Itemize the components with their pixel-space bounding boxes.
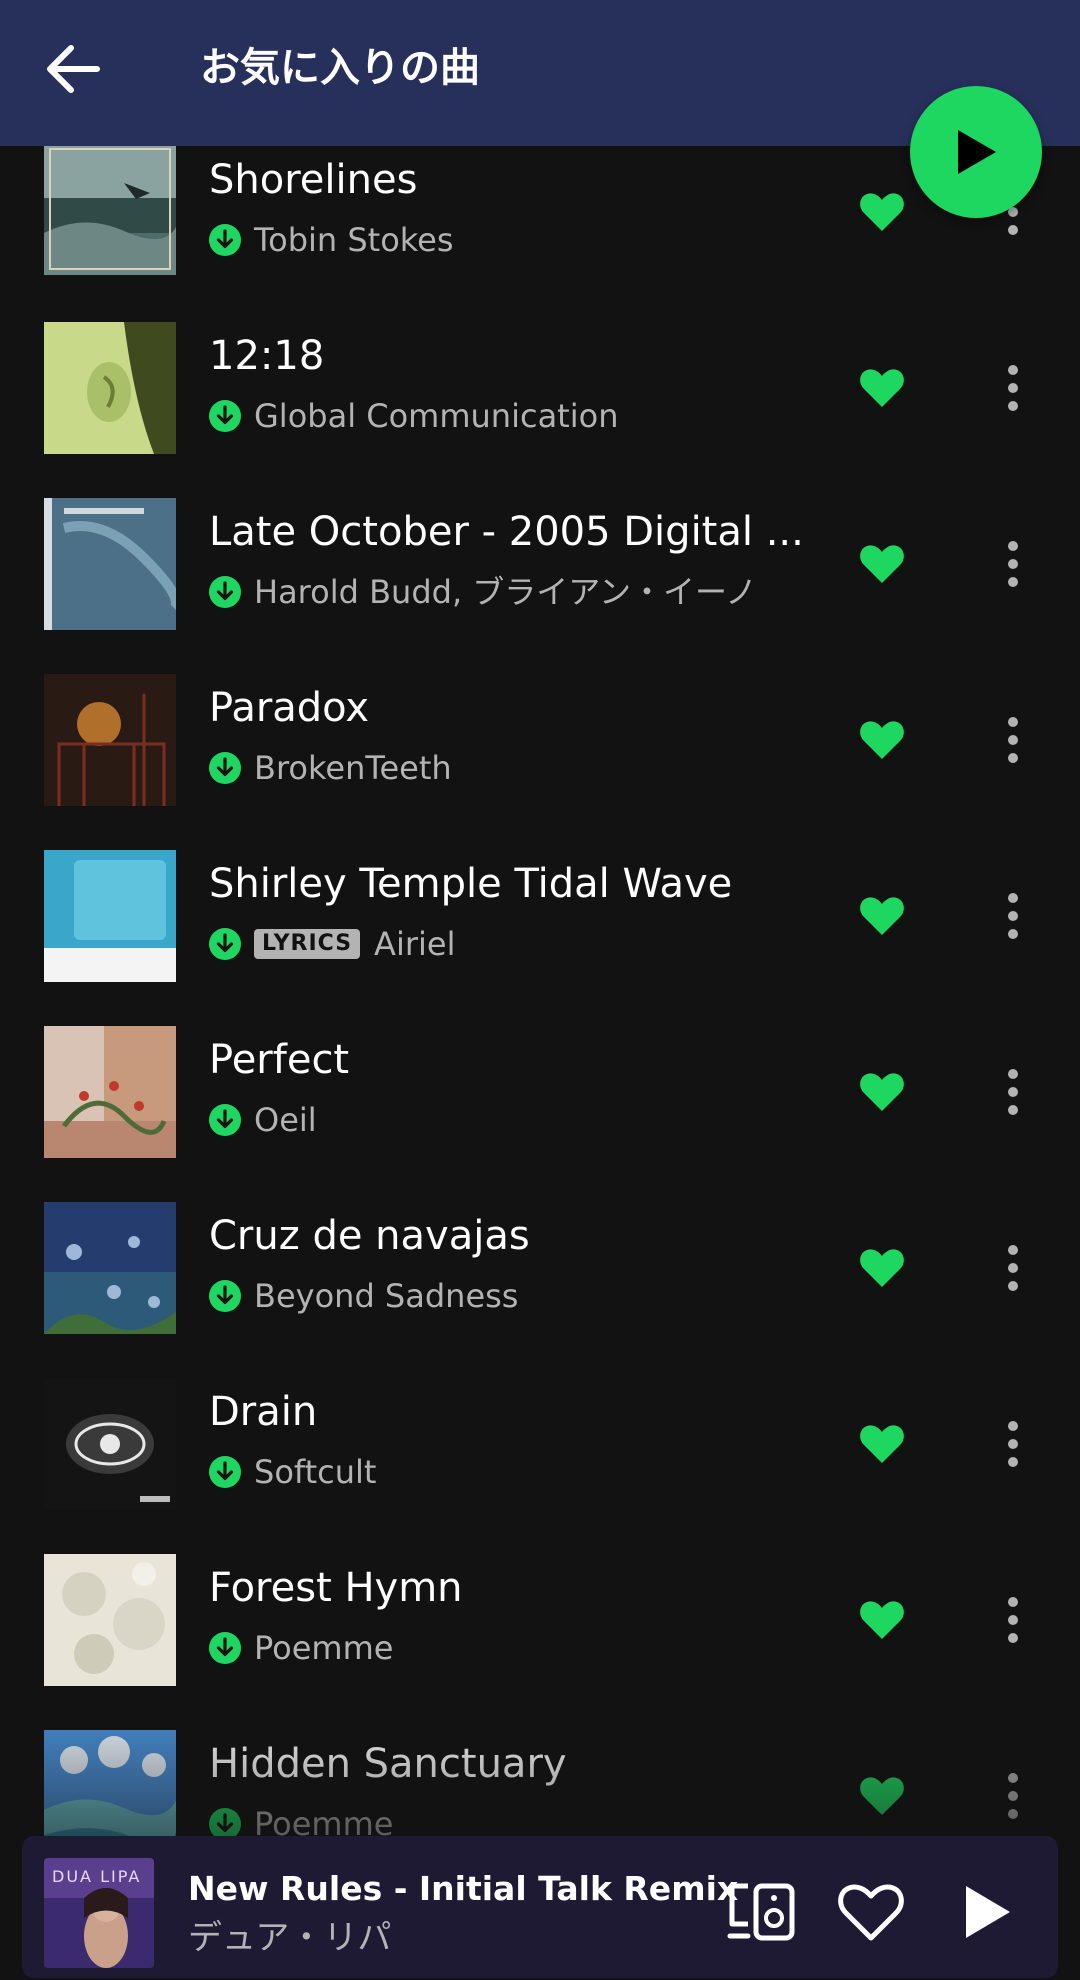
album-art (44, 1202, 176, 1334)
lyrics-badge: LYRICS (254, 929, 361, 959)
album-art (44, 1378, 176, 1510)
liked-heart-icon[interactable] (858, 364, 906, 412)
play-icon[interactable] (956, 1880, 1016, 1944)
more-options-icon[interactable] (990, 362, 1036, 414)
downloaded-icon (209, 752, 241, 784)
page-title: お気に入りの曲 (200, 45, 480, 91)
mini-player[interactable]: DUA LIPA New Rules - Initial Talk Remix … (22, 1836, 1058, 1978)
more-options-icon[interactable] (990, 890, 1036, 942)
downloaded-icon (209, 224, 241, 256)
more-options-icon[interactable] (990, 1594, 1036, 1646)
track-row[interactable]: 12:18 Global Communication (0, 322, 1080, 498)
track-row[interactable]: Drain Softcult (0, 1378, 1080, 1554)
now-playing-art: DUA LIPA (44, 1858, 154, 1968)
downloaded-icon (209, 1632, 241, 1664)
connect-device-icon[interactable] (726, 1880, 798, 1944)
track-subtitle: LYRICS Airiel (209, 924, 455, 964)
play-icon (958, 130, 996, 174)
liked-heart-icon[interactable] (858, 1596, 906, 1644)
track-artist: Tobin Stokes (254, 221, 454, 259)
track-artist: Softcult (254, 1453, 377, 1491)
back-button[interactable] (38, 34, 108, 104)
liked-heart-icon[interactable] (858, 716, 906, 764)
album-art (44, 674, 176, 806)
more-options-icon[interactable] (990, 1242, 1036, 1294)
track-artist: Harold Budd, ブライアン・イーノ (254, 573, 758, 611)
more-options-icon[interactable] (990, 1770, 1036, 1822)
track-title: Paradox (209, 685, 370, 731)
track-title: Shorelines (209, 157, 418, 203)
track-subtitle: Oeil (209, 1100, 317, 1140)
track-row[interactable]: Perfect Oeil (0, 1026, 1080, 1202)
track-title: Late October - 2005 Digital ... (209, 509, 804, 555)
track-row[interactable]: Late October - 2005 Digital ... Harold B… (0, 498, 1080, 674)
track-subtitle: Harold Budd, ブライアン・イーノ (209, 572, 757, 612)
track-title: Drain (209, 1389, 318, 1435)
more-options-icon[interactable] (990, 1418, 1036, 1470)
album-art (44, 1554, 176, 1686)
downloaded-icon (209, 1280, 241, 1312)
track-artist: Global Communication (254, 397, 619, 435)
track-title: Cruz de navajas (209, 1213, 530, 1259)
track-title: Perfect (209, 1037, 350, 1083)
album-art (44, 322, 176, 454)
arrow-left-icon (47, 45, 100, 93)
favorites-screen: Shorelines Tobin Stokes 12:18 Global Com… (0, 0, 1080, 1980)
downloaded-icon (209, 400, 241, 432)
album-art (44, 498, 176, 630)
track-title: Shirley Temple Tidal Wave (209, 861, 733, 907)
more-options-icon[interactable] (990, 1066, 1036, 1118)
svg-text:DUA LIPA: DUA LIPA (52, 1867, 141, 1886)
track-artist: Beyond Sadness (254, 1277, 519, 1315)
track-row[interactable]: Cruz de navajas Beyond Sadness (0, 1202, 1080, 1378)
track-list[interactable]: Shorelines Tobin Stokes 12:18 Global Com… (0, 0, 1080, 1980)
liked-heart-icon[interactable] (858, 1772, 906, 1820)
liked-heart-icon[interactable] (858, 1068, 906, 1116)
liked-heart-icon[interactable] (858, 540, 906, 588)
track-title: 12:18 (209, 333, 325, 379)
track-subtitle: BrokenTeeth (209, 748, 452, 788)
track-artist: Poemme (254, 1629, 394, 1667)
track-subtitle: Beyond Sadness (209, 1276, 518, 1316)
track-artist: Oeil (254, 1101, 317, 1139)
now-playing-title: New Rules - Initial Talk Remix (188, 1869, 739, 1908)
more-options-icon[interactable] (990, 538, 1036, 590)
more-options-icon[interactable] (990, 714, 1036, 766)
album-art (44, 143, 176, 275)
liked-heart-icon[interactable] (858, 188, 906, 236)
downloaded-icon (209, 576, 241, 608)
track-row[interactable]: Shirley Temple Tidal Wave LYRICS Airiel (0, 850, 1080, 1026)
album-art (44, 850, 176, 982)
track-title: Forest Hymn (209, 1565, 463, 1611)
liked-heart-icon[interactable] (858, 892, 906, 940)
now-playing-artist: デュア・リパ (188, 1918, 392, 1958)
play-button[interactable] (910, 86, 1042, 218)
track-subtitle: Tobin Stokes (209, 220, 454, 260)
liked-heart-icon[interactable] (858, 1244, 906, 1292)
track-title: Hidden Sanctuary (209, 1741, 567, 1787)
track-subtitle: Poemme (209, 1628, 393, 1668)
liked-heart-icon[interactable] (858, 1420, 906, 1468)
heart-outline-icon[interactable] (836, 1880, 906, 1944)
downloaded-icon (209, 928, 241, 960)
track-artist: Airiel (374, 925, 456, 963)
track-row[interactable]: Forest Hymn Poemme (0, 1554, 1080, 1730)
track-artist: BrokenTeeth (254, 749, 452, 787)
album-art (44, 1026, 176, 1158)
track-subtitle: Global Communication (209, 396, 618, 436)
track-subtitle: Softcult (209, 1452, 376, 1492)
track-row[interactable]: Paradox BrokenTeeth (0, 674, 1080, 850)
downloaded-icon (209, 1104, 241, 1136)
downloaded-icon (209, 1456, 241, 1488)
